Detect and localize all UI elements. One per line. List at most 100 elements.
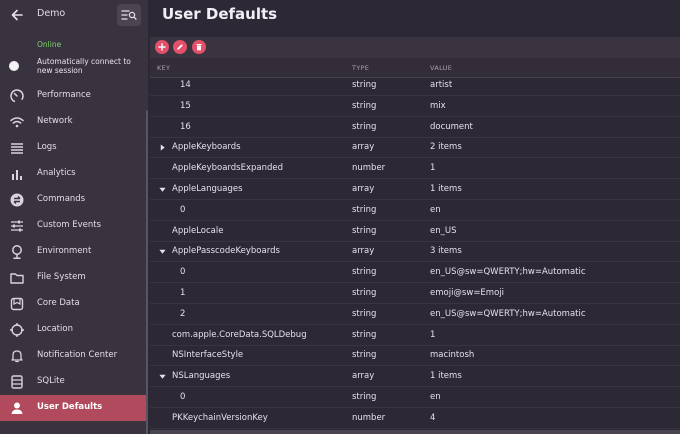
folder-icon (10, 273, 24, 284)
plus-icon (158, 43, 166, 51)
table-row[interactable]: 15 string mix (150, 96, 680, 117)
app-name: Demo (37, 8, 66, 19)
table-row[interactable]: 0 string en_US@sw=QWERTY;hw=Automatic (150, 262, 680, 284)
sidebar-item-analytics[interactable]: Analytics (0, 161, 148, 187)
bell-icon (11, 350, 23, 363)
back-button[interactable] (6, 4, 28, 26)
sidebar-item-label: File System (37, 272, 86, 282)
table-row[interactable]: 2 string en_US@sw=QWERTY;hw=Automatic (150, 304, 680, 325)
sidebar-item-network[interactable]: Network (0, 109, 148, 135)
crosshair-icon (10, 323, 24, 337)
delete-button[interactable] (192, 40, 206, 54)
sidebar-item-label: Environment (37, 246, 92, 256)
cell-key: com.apple.CoreData.SQLDebug (172, 329, 307, 340)
sidebar-item-performance[interactable]: Performance (0, 83, 148, 109)
sidebar-item-label: Location (37, 324, 73, 334)
table-row[interactable]: 1 string emoji@sw=Emoji (150, 283, 680, 304)
toolbar (150, 37, 680, 58)
sidebar-item-label: Logs (37, 142, 57, 152)
sqlite-icon (11, 375, 23, 389)
table-row[interactable]: 16 string document (150, 117, 680, 138)
cell-value: en (430, 204, 441, 215)
table-row[interactable]: com.apple.CoreData.SQLDebug string 1 (150, 325, 680, 346)
sidebar-item-sqlite[interactable]: SQLite (0, 369, 148, 395)
cell-key: 0 (180, 392, 186, 402)
table-row[interactable]: 0 string en (150, 200, 680, 221)
cell-value: 1 (430, 329, 436, 340)
sidebar-item-notification-center[interactable]: Notification Center (0, 343, 148, 369)
table-row[interactable]: AppleLocale string en_US (150, 221, 680, 242)
cell-value: emoji@sw=Emoji (430, 288, 505, 298)
sidebar-item-environment[interactable]: Environment (0, 239, 148, 265)
sidebar-item-label: Custom Events (37, 220, 102, 230)
sidebar-item-file-system[interactable]: File System (0, 265, 148, 291)
table-row[interactable]: NSLanguages array 1 items (150, 366, 680, 388)
cell-type: number (352, 412, 386, 423)
sidebar-item-label: Commands (37, 194, 86, 204)
table-row[interactable]: ApplePasscodeKeyboards array 3 items (150, 241, 680, 263)
edit-button[interactable] (173, 40, 187, 54)
cell-type: array (352, 246, 375, 257)
cell-type: string (352, 308, 377, 319)
auto-connect-toggle[interactable]: Automatically connect to new session (0, 55, 148, 79)
cell-type: string (352, 267, 377, 278)
sidebar-item-user-defaults[interactable]: User Defaults (0, 395, 148, 421)
column-header-value[interactable]: VALUE (430, 64, 452, 72)
cell-key: 2 (180, 308, 186, 319)
disclosure-expanded-icon[interactable] (159, 373, 166, 380)
disclosure-expanded-icon[interactable] (159, 248, 166, 255)
table-row[interactable]: 0 string en (150, 387, 680, 408)
cell-type: string (352, 392, 377, 402)
sidebar-item-core-data[interactable]: Core Data (0, 291, 148, 317)
sidebar-item-label: Network (37, 116, 73, 126)
cell-key: 0 (180, 267, 186, 278)
sidebar: Demo Online Automatically connect to new… (0, 0, 148, 434)
sidebar-item-logs[interactable]: Logs (0, 135, 148, 161)
sidebar-item-label: Core Data (37, 298, 80, 308)
cell-key: ApplePasscodeKeyboards (172, 246, 280, 257)
table-row[interactable]: AppleKeyboards array 2 items (150, 137, 680, 159)
sidebar-item-label: SQLite (37, 376, 65, 386)
cell-value: document (430, 121, 473, 132)
table-row[interactable]: 14 string artist (150, 75, 680, 96)
list-icon (11, 143, 23, 154)
column-header-key[interactable]: KEY (157, 64, 170, 72)
horizontal-scrollbar[interactable] (150, 430, 680, 434)
sidebar-item-custom-events[interactable]: Custom Events (0, 213, 148, 239)
cell-type: string (352, 121, 377, 132)
list-search-icon (121, 10, 137, 20)
cell-key: 1 (180, 288, 186, 298)
sidebar-item-label: Analytics (37, 168, 76, 178)
pin-icon (12, 245, 22, 259)
disclosure-collapsed-icon[interactable] (159, 144, 166, 151)
cell-type: string (352, 204, 377, 215)
database-icon (10, 297, 24, 311)
table-row[interactable]: AppleKeyboardsExpanded number 1 (150, 158, 680, 180)
add-button[interactable] (155, 40, 169, 54)
cell-key: 14 (180, 80, 191, 90)
table-row[interactable]: AppleLanguages array 1 items (150, 179, 680, 200)
cell-type: number (352, 163, 386, 174)
cell-type: string (352, 329, 377, 340)
trash-icon (196, 44, 202, 51)
cell-type: array (352, 142, 375, 153)
main-panel: User Defaults KEY TYPE VALUE 14 string art… (150, 0, 680, 434)
sidebar-item-commands[interactable]: Commands (0, 187, 148, 213)
column-header-type[interactable]: TYPE (352, 64, 369, 72)
bar-chart-icon (12, 170, 22, 180)
sidebar-item-location[interactable]: Location (0, 317, 148, 343)
cell-type: array (352, 184, 375, 194)
cell-value: en_US (430, 225, 457, 236)
search-devices-button[interactable] (117, 4, 141, 26)
cell-key: NSInterfaceStyle (172, 350, 244, 361)
arrow-left-icon (11, 9, 23, 21)
disclosure-expanded-icon[interactable] (159, 186, 166, 193)
table-row[interactable]: NSInterfaceStyle string macintosh (150, 345, 680, 367)
sidebar-scrollbar[interactable] (146, 110, 148, 434)
cell-type: string (352, 225, 377, 236)
cell-key: 15 (180, 100, 191, 111)
cell-value: en (430, 392, 441, 402)
page-title: User Defaults (162, 5, 278, 23)
table-row[interactable]: PKKeychainVersionKey number 4 (150, 408, 680, 429)
cell-type: string (352, 288, 377, 298)
